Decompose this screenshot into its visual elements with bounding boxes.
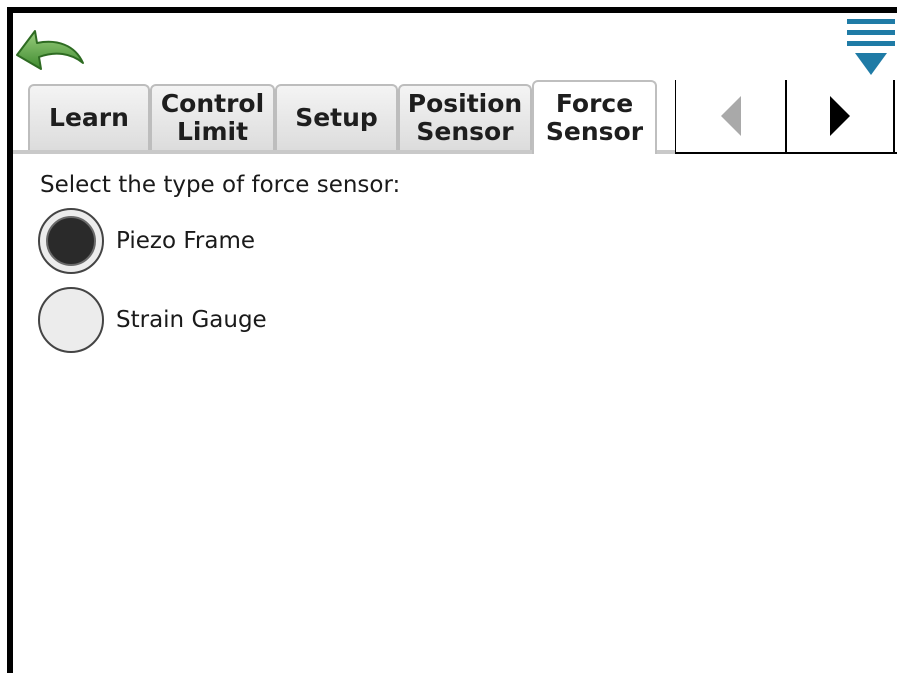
back-button[interactable] xyxy=(13,21,85,77)
tab-control-limit[interactable]: Control Limit xyxy=(150,84,275,150)
tab-label: Learn xyxy=(49,103,129,132)
back-arrow-icon xyxy=(16,30,84,70)
tab-label: Setup xyxy=(295,103,378,132)
triangle-left-icon xyxy=(720,96,741,136)
tab-scroll-controls xyxy=(675,80,897,154)
tab-position-sensor[interactable]: Position Sensor xyxy=(398,84,532,150)
scroll-tabs-right-button[interactable] xyxy=(785,80,895,152)
menu-dropdown-icon xyxy=(847,19,895,75)
option-piezo-frame[interactable]: Piezo Frame xyxy=(38,204,255,278)
tab-label: Position Sensor xyxy=(407,89,523,146)
tab-label: Force Sensor xyxy=(545,89,644,146)
tab-learn[interactable]: Learn xyxy=(28,84,150,150)
option-label: Strain Gauge xyxy=(116,307,267,333)
sensor-type-prompt: Select the type of force sensor: xyxy=(40,172,401,198)
tab-label: Control Limit xyxy=(160,89,265,146)
radio-selected-dot xyxy=(46,216,96,266)
tab-setup[interactable]: Setup xyxy=(275,84,398,150)
option-label: Piezo Frame xyxy=(116,228,256,254)
triangle-right-icon xyxy=(830,96,850,136)
scroll-tabs-left-button[interactable] xyxy=(675,80,785,152)
top-bar xyxy=(13,13,897,83)
tab-bar: Learn Control Limit Setup Position Senso… xyxy=(13,80,897,154)
radio-button[interactable] xyxy=(38,287,104,353)
force-sensor-panel: Select the type of force sensor: Piezo F… xyxy=(13,154,897,673)
tab-force-sensor[interactable]: Force Sensor xyxy=(532,80,657,154)
menu-button[interactable] xyxy=(843,15,897,85)
option-strain-gauge[interactable]: Strain Gauge xyxy=(38,283,267,357)
radio-button[interactable] xyxy=(38,208,104,274)
